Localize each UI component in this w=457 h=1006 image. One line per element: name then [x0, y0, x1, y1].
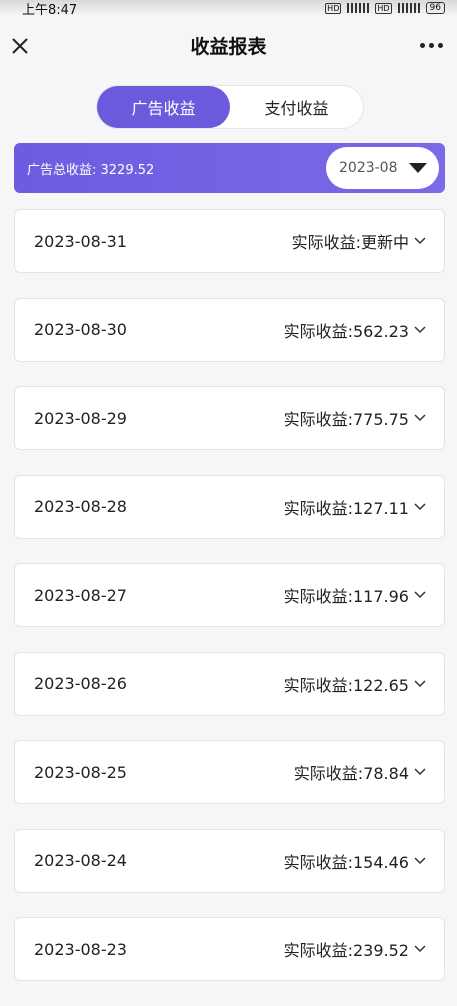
chevron-down-icon [414, 679, 426, 687]
row-date: 2023-08-25 [34, 762, 127, 782]
row-date: 2023-08-31 [34, 231, 127, 251]
tab-payment-revenue[interactable]: 支付收益 [230, 86, 363, 128]
total-revenue-label: 广告总收益: 3229.52 [27, 162, 155, 178]
chevron-down-icon [414, 237, 426, 245]
hd-icon: HD [375, 2, 392, 14]
row-amount-group: 实际收益:117.96 [284, 583, 426, 607]
chevron-down-icon [414, 768, 426, 776]
row-date: 2023-08-27 [34, 585, 127, 605]
row-amount-group: 实际收益:78.84 [294, 760, 426, 784]
revenue-summary-bar: 广告总收益: 3229.52 2023-08 [14, 143, 445, 193]
row-amount: 实际收益:562.23 [283, 321, 409, 341]
row-date: 2023-08-24 [34, 851, 127, 870]
row-amount-group: 实际收益:775.75 [284, 406, 426, 430]
row-amount: 实际收益:117.96 [283, 587, 409, 606]
chevron-down-icon [414, 945, 426, 953]
chevron-down-icon [414, 502, 426, 510]
list-item[interactable]: 2023-08-25 实际收益:78.84 [14, 740, 445, 804]
row-date: 2023-08-26 [34, 674, 127, 693]
row-amount: 实际收益:154.46 [283, 852, 409, 872]
page-title: 收益报表 [190, 35, 267, 58]
tab-switcher: 广告收益 支付收益 [96, 85, 364, 129]
close-icon[interactable] [10, 36, 30, 56]
more-icon[interactable] [420, 43, 443, 48]
battery-icon: 96 [425, 2, 445, 14]
signal-icon [397, 3, 420, 13]
row-date: 2023-08-29 [34, 408, 127, 428]
status-bar: 上午8:47 HD HD 96 [0, 0, 457, 18]
list-item[interactable]: 2023-08-31 实际收益:更新中 [14, 209, 445, 273]
list-item[interactable]: 2023-08-23 实际收益:239.52 [14, 917, 445, 981]
row-date: 2023-08-23 [34, 939, 127, 959]
month-select[interactable]: 2023-08 [326, 147, 439, 189]
list-item[interactable]: 2023-08-29 实际收益:775.75 [14, 386, 445, 450]
month-value: 2023-08 [339, 160, 398, 176]
status-icons: HD HD 96 [325, 2, 445, 14]
row-date: 2023-08-30 [34, 320, 127, 339]
chevron-down-icon [414, 325, 426, 333]
row-amount: 实际收益:更新中 [291, 233, 409, 252]
nav-bar: 收益报表 [0, 16, 457, 74]
row-amount: 实际收益:775.75 [283, 410, 409, 429]
list-item[interactable]: 2023-08-26 实际收益:122.65 [14, 651, 445, 716]
signal-icon [347, 3, 370, 13]
row-amount: 实际收益:122.65 [283, 675, 409, 695]
chevron-down-icon [414, 856, 426, 864]
list-item[interactable]: 2023-08-28 实际收益:127.11 [14, 474, 445, 539]
triangle-down-icon [409, 163, 427, 173]
row-date: 2023-08-28 [34, 497, 127, 516]
row-amount-group: 实际收益:562.23 [284, 318, 426, 342]
tab-ad-revenue[interactable]: 广告收益 [97, 86, 230, 128]
chevron-down-icon [414, 591, 426, 599]
list-item[interactable]: 2023-08-30 实际收益:562.23 [14, 297, 445, 362]
status-time: 上午8:47 [22, 2, 78, 18]
row-amount: 实际收益:78.84 [293, 764, 409, 783]
daily-revenue-list: 2023-08-31 实际收益:更新中 2023-08-30 实际收益:562.23 2… [14, 209, 445, 1006]
row-amount-group: 实际收益:127.11 [284, 495, 426, 519]
row-amount-group: 实际收益:更新中 [292, 229, 426, 253]
list-item[interactable]: 2023-08-24 实际收益:154.46 [14, 828, 445, 893]
list-item[interactable]: 2023-08-27 实际收益:117.96 [14, 563, 445, 627]
row-amount-group: 实际收益:122.65 [284, 672, 426, 696]
chevron-down-icon [414, 414, 426, 422]
row-amount-group: 实际收益:154.46 [284, 849, 426, 873]
row-amount-group: 实际收益:239.52 [284, 937, 426, 961]
hd-icon: HD [325, 2, 342, 14]
row-amount: 实际收益:127.11 [283, 498, 409, 518]
row-amount: 实际收益:239.52 [283, 941, 409, 960]
